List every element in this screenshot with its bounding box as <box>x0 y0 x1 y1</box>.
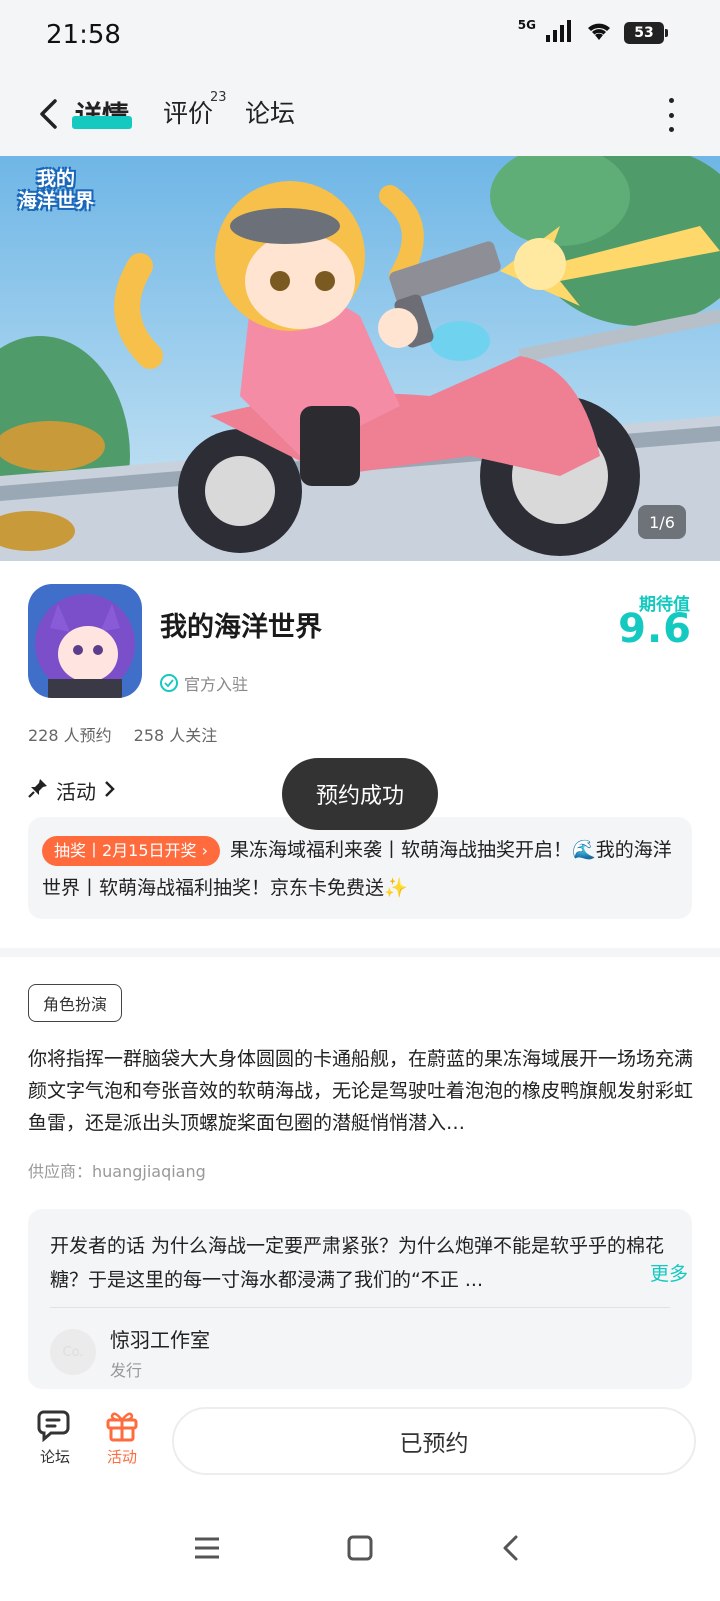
game-logo: 我的 海洋世界 <box>17 168 94 212</box>
game-description[interactable]: 你将指挥一群脑袋大大身体圆圆的卡通船舰，在蔚蓝的果冻海域展开一场场充满颜文字气泡… <box>28 1043 694 1139</box>
active-tab-indicator <box>72 116 132 129</box>
studio-avatar[interactable]: Co. <box>50 1329 96 1375</box>
reserved-button[interactable]: 已预约 <box>172 1407 696 1475</box>
wifi-icon <box>584 20 614 46</box>
more-options-button[interactable] <box>666 98 676 132</box>
developer-note-card[interactable]: 开发者的话 为什么海战一定要严肃紧张？为什么炮弹不能是软乎乎的棉花糖？于是这里的… <box>28 1209 692 1389</box>
signal-icon <box>546 20 574 46</box>
top-nav: 详情 评价 23 论坛 <box>0 72 720 156</box>
battery-icon: 53 <box>624 22 668 44</box>
divider <box>50 1307 670 1308</box>
banner-illustration <box>0 156 720 561</box>
studio-name[interactable]: 惊羽工作室 <box>110 1324 210 1353</box>
status-bar: 21:58 5G 53 <box>0 0 720 72</box>
lottery-badge: 抽奖丨2月15日开奖 › <box>42 835 221 866</box>
tab-forum[interactable]: 论坛 <box>245 94 295 130</box>
game-title: 我的海洋世界 <box>160 612 322 643</box>
chevron-left-icon <box>503 1535 518 1561</box>
back-button[interactable] <box>28 94 68 134</box>
tab-reviews[interactable]: 评价 <box>163 94 213 130</box>
battery-level: 53 <box>634 25 654 41</box>
back-nav-button[interactable] <box>490 1528 530 1568</box>
app-icon <box>28 584 142 698</box>
home-nav-button[interactable] <box>340 1528 380 1568</box>
bottom-action-bar: 论坛 活动 已预约 <box>0 1390 720 1490</box>
reservation-success-toast: 预约成功 <box>282 758 438 830</box>
reservation-count: 228 人预约 <box>28 726 112 745</box>
status-icons: 5G 53 <box>517 18 668 46</box>
developer-note-text: 开发者的话 为什么海战一定要严肃紧张？为什么炮弹不能是软乎乎的棉花糖？于是这里的… <box>50 1235 665 1291</box>
screenshot-carousel[interactable]: 我的 海洋世界 <box>0 156 720 561</box>
gift-icon <box>106 1412 138 1442</box>
chat-bubble-icon <box>37 1410 70 1442</box>
network-type: 5G <box>517 18 536 32</box>
genre-tag[interactable]: 角色扮演 <box>28 984 123 1022</box>
follower-count: 258 人关注 <box>133 726 218 745</box>
square-icon <box>347 1535 373 1561</box>
activity-section-header[interactable]: 活动 <box>28 776 116 805</box>
chevron-right-icon <box>104 779 116 803</box>
pin-icon <box>28 778 48 803</box>
system-nav-bar <box>0 1490 720 1601</box>
review-count-badge: 23 <box>210 90 227 105</box>
activity-card[interactable]: 抽奖丨2月15日开奖 › 果冻海域福利来袭丨软萌海战抽奖开启！🌊我的海洋世界丨软萌… <box>28 817 692 919</box>
forum-button[interactable]: 论坛 <box>25 1408 85 1467</box>
activity-heading: 活动 <box>56 780 96 804</box>
official-badge: 官方入驻 <box>160 671 248 695</box>
menu-icon <box>195 1537 219 1559</box>
section-divider <box>0 948 720 957</box>
check-circle-icon <box>160 674 178 692</box>
chevron-left-icon <box>40 99 57 129</box>
game-stats: 228 人预约 258 人关注 <box>28 722 217 746</box>
activity-button[interactable]: 活动 <box>92 1408 152 1467</box>
more-link[interactable]: 更多 <box>650 1259 688 1286</box>
menu-nav-button[interactable] <box>187 1528 227 1568</box>
carousel-counter: 1/6 <box>638 505 686 539</box>
expectation-score: 9.6 <box>618 606 692 652</box>
status-time: 21:58 <box>46 20 121 50</box>
studio-role: 发行 <box>110 1361 143 1380</box>
provider-info: 供应商：huangjiaqiang <box>28 1162 206 1181</box>
